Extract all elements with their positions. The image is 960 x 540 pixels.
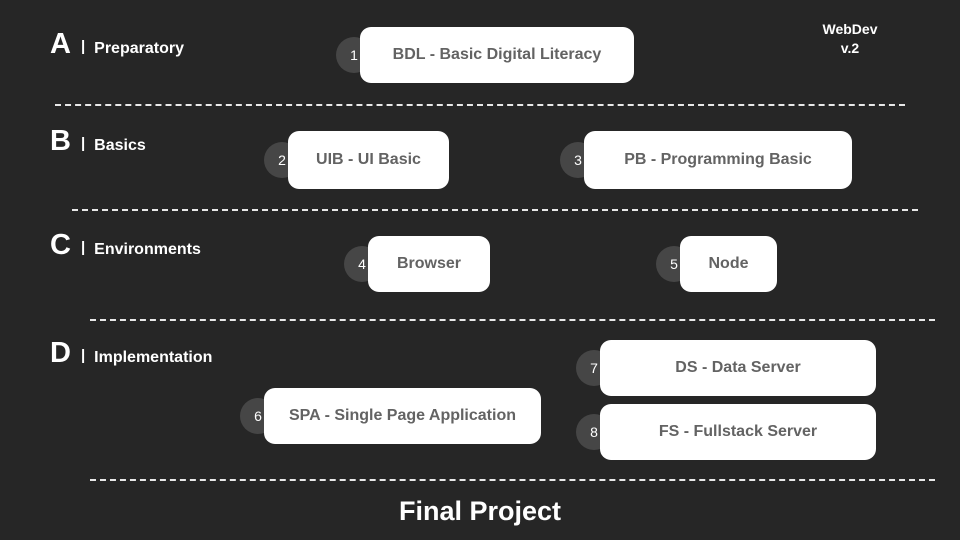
final-project-title: Final Project — [398, 496, 562, 526]
node-6-label: SPA - Single Page Application — [264, 388, 541, 444]
node-2-label: UIB - UI Basic — [288, 131, 449, 189]
section-title-a: Preparatory — [94, 40, 184, 57]
divider-b-c — [72, 209, 918, 211]
divider-d-footer — [90, 479, 935, 481]
roadmap-canvas: WebDev v.2 A | Preparatory 1 BDL - Basic… — [0, 0, 960, 540]
section-header-b: B | Basics — [50, 127, 146, 156]
section-header-d: D | Implementation — [50, 339, 212, 368]
section-separator-c: | — [80, 239, 86, 256]
node-8-label: FS - Fullstack Server — [600, 404, 876, 460]
section-header-c: C | Environments — [50, 231, 201, 260]
section-title-d: Implementation — [94, 349, 213, 366]
node-1[interactable]: 1 BDL - Basic Digital Literacy — [336, 27, 634, 83]
node-2[interactable]: 2 UIB - UI Basic — [264, 131, 449, 189]
section-letter-d: D — [50, 337, 71, 369]
node-3-label: PB - Programming Basic — [584, 131, 852, 189]
node-7[interactable]: 7 DS - Data Server — [576, 340, 876, 396]
section-header-a: A | Preparatory — [50, 30, 184, 59]
version-label: WebDev v.2 — [800, 20, 900, 58]
divider-c-d — [90, 319, 935, 321]
node-1-label: BDL - Basic Digital Literacy — [360, 27, 634, 83]
node-8[interactable]: 8 FS - Fullstack Server — [576, 404, 876, 460]
node-5[interactable]: 5 Node — [656, 236, 777, 292]
node-3[interactable]: 3 PB - Programming Basic — [560, 131, 852, 189]
section-separator-a: | — [80, 38, 86, 55]
version-label-number: v.2 — [840, 39, 860, 56]
node-6[interactable]: 6 SPA - Single Page Application — [240, 388, 541, 444]
section-separator-d: | — [80, 347, 86, 364]
section-letter-a: A — [50, 28, 71, 60]
node-5-label: Node — [680, 236, 777, 292]
section-title-b: Basics — [94, 137, 146, 154]
version-label-product: WebDev — [822, 21, 878, 37]
node-4-label: Browser — [368, 236, 490, 292]
divider-a-b — [55, 104, 905, 106]
section-separator-b: | — [80, 135, 86, 152]
node-4[interactable]: 4 Browser — [344, 236, 490, 292]
section-letter-b: B — [50, 125, 71, 157]
section-letter-c: C — [50, 229, 71, 261]
node-7-label: DS - Data Server — [600, 340, 876, 396]
section-title-c: Environments — [94, 241, 201, 258]
